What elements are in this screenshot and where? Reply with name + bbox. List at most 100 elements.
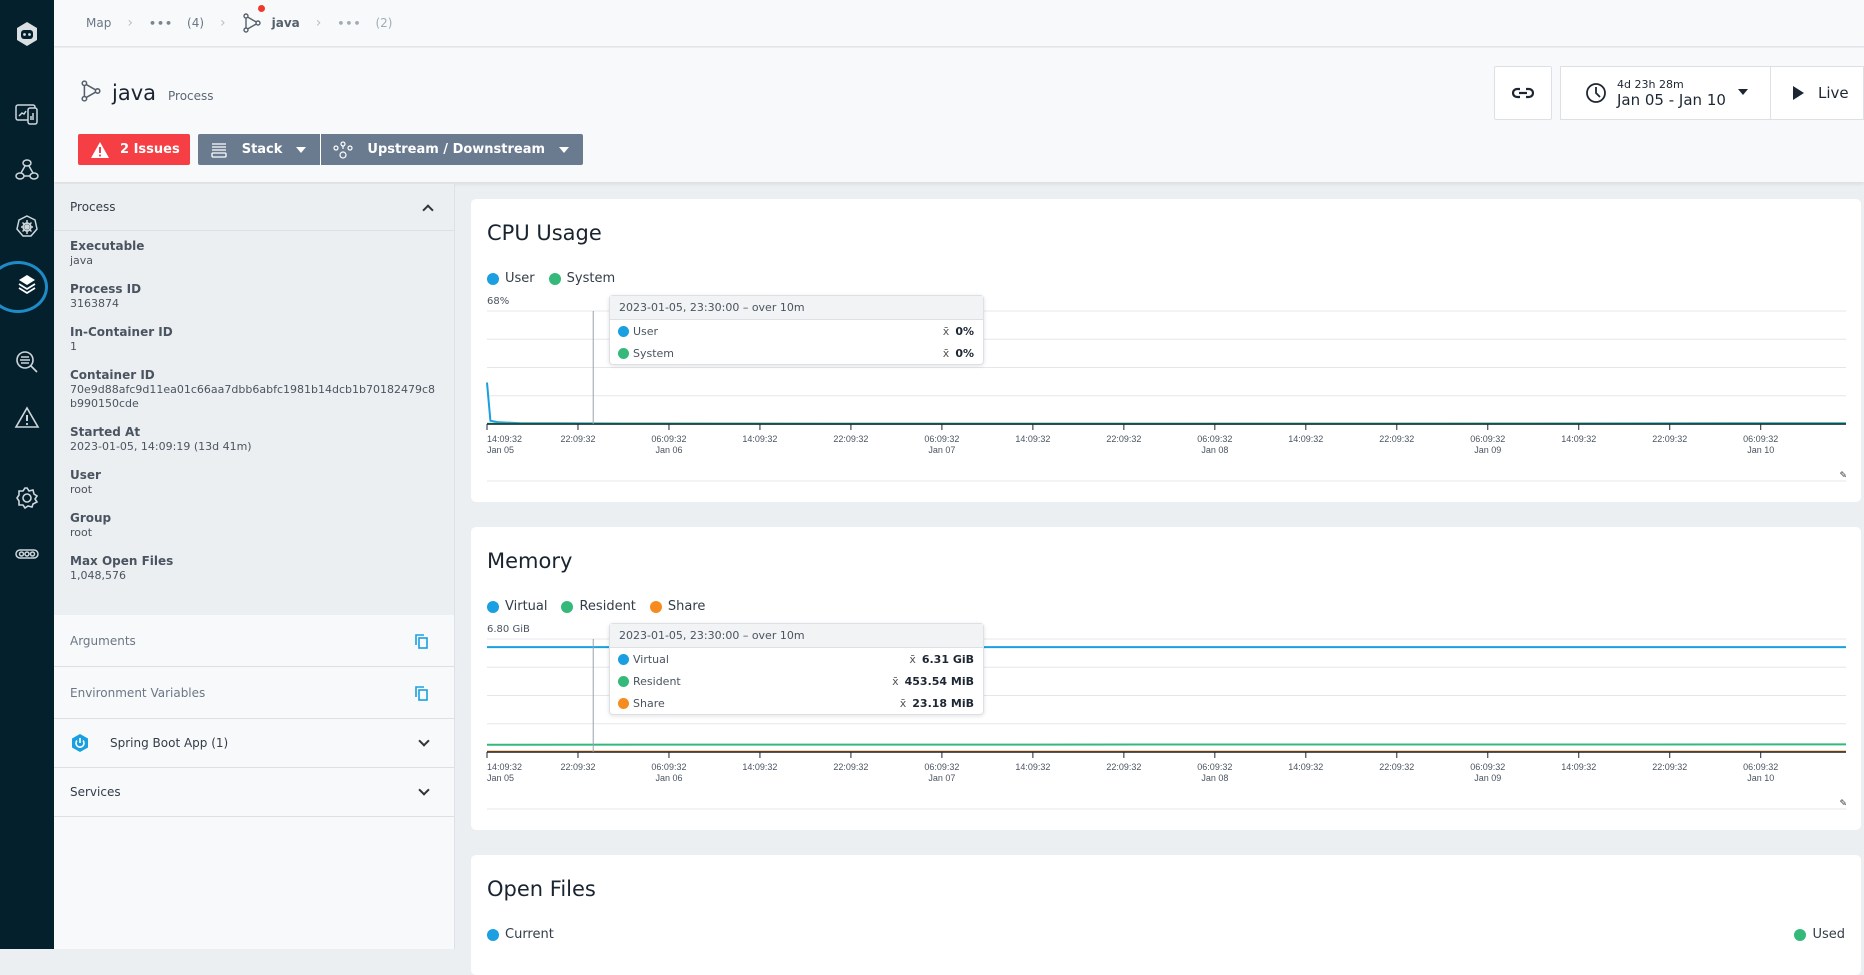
details-sidebar: Process Executablejava Process ID3163874… — [54, 184, 455, 949]
breadcrumb-separator: › — [316, 15, 322, 31]
environment-variables-row[interactable]: Environment Variables — [54, 667, 454, 719]
cpu-usage-card: CPU Usage User System 68% 14:09:32Jan 05… — [471, 199, 1861, 502]
copy-link-button[interactable] — [1494, 66, 1552, 120]
open-files-card: Open Files Current Used — [471, 855, 1861, 975]
kubernetes-icon — [13, 212, 41, 240]
nav-settings[interactable] — [0, 476, 54, 520]
x-tick-label: 22:09:32 — [560, 762, 595, 772]
nav-stack[interactable] — [0, 262, 54, 306]
x-tick-label: 06:09:32 — [651, 762, 686, 772]
alert-dot — [258, 5, 265, 12]
header-controls: 4d 23h 28m Jan 05 - Jan 10 Live — [1494, 66, 1864, 120]
issues-button[interactable]: 2 Issues — [78, 134, 190, 165]
page-header: java Process 2 Issues Stack Upstream / D… — [54, 48, 1864, 182]
x-tick-label: 14:09:32 — [1288, 762, 1323, 772]
more-icon — [13, 540, 41, 568]
time-range-duration: 4d 23h 28m — [1617, 78, 1726, 91]
breadcrumb-map[interactable]: Map — [86, 16, 111, 30]
x-tick-label: 14:09:32 — [487, 434, 522, 444]
breadcrumb-separator: › — [127, 15, 133, 31]
arguments-row[interactable]: Arguments — [54, 615, 454, 667]
x-tick-label: 14:09:32 — [1015, 434, 1050, 444]
warning-icon — [13, 404, 41, 432]
spring-boot-app-row[interactable]: Spring Boot App (1) — [54, 719, 454, 768]
nav-map[interactable] — [0, 148, 54, 192]
page-subtitle: Process — [168, 89, 214, 103]
mean-icon: x̄ — [909, 653, 916, 666]
tooltip-row: Userx̄0% — [610, 320, 983, 342]
process-properties: Executablejava Process ID3163874 In-Cont… — [54, 231, 454, 615]
link-icon — [1512, 87, 1534, 99]
legend-dot — [618, 654, 629, 665]
nav-dashboards[interactable] — [0, 92, 54, 136]
chevron-down-icon — [559, 147, 569, 153]
prop-started-at: Started At2023-01-05, 14:09:19 (13d 41m) — [70, 425, 438, 454]
search-logs-icon — [13, 348, 41, 376]
x-tick-label: 06:09:32 — [1743, 762, 1778, 772]
x-tick-date-label: Jan 07 — [928, 773, 955, 783]
prop-group: Grouproot — [70, 511, 438, 540]
time-range-picker[interactable]: 4d 23h 28m Jan 05 - Jan 10 — [1560, 66, 1770, 120]
x-tick-label: 06:09:32 — [1470, 434, 1505, 444]
x-tick-label: 06:09:32 — [1743, 434, 1778, 444]
stack-dropdown[interactable]: Stack — [198, 134, 322, 165]
x-tick-label: 06:09:32 — [1197, 434, 1232, 444]
legend-dot — [618, 326, 629, 337]
nav-kubernetes[interactable] — [0, 204, 54, 248]
legend-item-current[interactable]: Current — [487, 927, 554, 942]
x-tick-date-label: Jan 05 — [487, 773, 514, 783]
clock-icon — [1585, 82, 1607, 104]
mean-icon: x̄ — [943, 325, 950, 338]
legend-dot — [618, 676, 629, 687]
nav-alerts[interactable] — [0, 396, 54, 440]
x-tick-date-label: Jan 10 — [1747, 773, 1774, 783]
process-section-header[interactable]: Process — [54, 184, 454, 231]
prop-user: Userroot — [70, 468, 438, 497]
x-tick-date-label: Jan 06 — [655, 773, 682, 783]
upstream-downstream-dropdown[interactable]: Upstream / Downstream — [321, 134, 583, 165]
x-tick-label: 14:09:32 — [1288, 434, 1323, 444]
chevron-down-icon — [1738, 89, 1748, 95]
legend-dot — [618, 698, 629, 709]
topology-icon — [333, 141, 353, 159]
nav-more[interactable] — [0, 532, 54, 576]
x-tick-label: 22:09:32 — [1379, 762, 1414, 772]
live-button[interactable]: Live — [1770, 66, 1864, 120]
x-tick-label: 22:09:32 — [833, 762, 868, 772]
chart-legend-right: Used — [1794, 927, 1845, 942]
x-tick-label: 06:09:32 — [924, 762, 959, 772]
x-tick-date-label: Jan 10 — [1747, 445, 1774, 455]
x-tick-date-label: Jan 09 — [1474, 773, 1501, 783]
x-tick-label: 22:09:32 — [1106, 762, 1141, 772]
stack-icon — [210, 141, 228, 159]
x-tick-date-label: Jan 08 — [1201, 773, 1228, 783]
x-tick-label: 22:09:32 — [1106, 434, 1141, 444]
layers-icon — [13, 270, 41, 298]
legend-dot — [618, 348, 629, 359]
x-tick-label: 14:09:32 — [742, 434, 777, 444]
x-tick-date-label: Jan 07 — [928, 445, 955, 455]
mean-icon: x̄ — [892, 675, 899, 688]
x-tick-label: 14:09:32 — [487, 762, 522, 772]
x-tick-label: 22:09:32 — [1379, 434, 1414, 444]
memory-card: Memory Virtual Resident Share 6.80 GiB 1… — [471, 527, 1861, 830]
breadcrumb-java[interactable]: java — [242, 13, 300, 33]
x-tick-label: 22:09:32 — [1652, 434, 1687, 444]
copy-icon[interactable] — [414, 685, 428, 701]
pin-icon[interactable]: ✎ — [1839, 471, 1847, 481]
warning-icon — [90, 141, 110, 159]
breadcrumb-collapsed-1[interactable]: •••(4) — [149, 16, 204, 30]
pin-icon[interactable]: ✎ — [1839, 799, 1847, 809]
x-tick-date-label: Jan 05 — [487, 445, 514, 455]
copy-icon[interactable] — [414, 633, 428, 649]
nav-logo[interactable] — [0, 12, 54, 56]
nav-search[interactable] — [0, 340, 54, 384]
breadcrumb-collapsed-2[interactable]: •••(2) — [337, 16, 392, 30]
x-tick-date-label: Jan 09 — [1474, 445, 1501, 455]
legend-item-used[interactable]: Used — [1794, 927, 1845, 942]
legend-dot — [487, 929, 499, 941]
x-tick-label: 14:09:32 — [1561, 762, 1596, 772]
app-logo-icon — [13, 20, 41, 48]
services-row[interactable]: Services — [54, 768, 454, 817]
dashboard-icon — [13, 100, 41, 128]
